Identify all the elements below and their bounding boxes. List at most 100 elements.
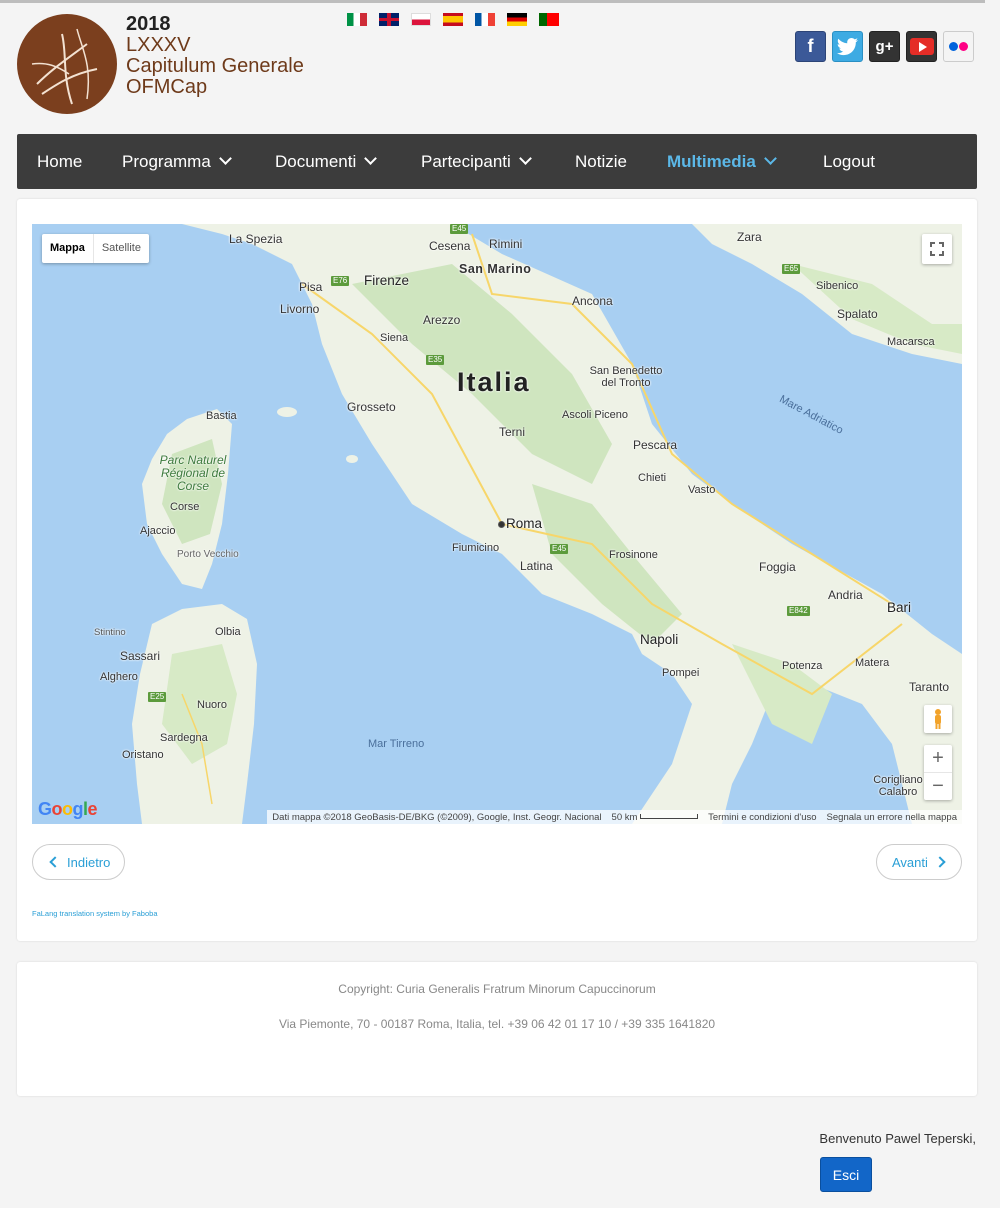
nav-multimedia-label: Multimedia [667,152,756,171]
nav-notizie-label: Notizie [575,152,627,171]
map-label-sassari: Sassari [120,649,161,663]
nav-logout-label: Logout [823,152,875,171]
map-label-fiumicino: Fiumicino [452,542,500,554]
map-label-pompei: Pompei [662,667,700,679]
zoom-in-button[interactable]: + [924,745,952,773]
nav-home-label: Home [37,152,83,171]
map-label-san-benedetto: San Benedetto del Tronto [589,365,663,389]
map-label-livorno: Livorno [280,302,320,316]
map-label-potenza: Potenza [782,660,823,672]
zoom-out-button[interactable]: − [924,773,952,800]
map-terms-link[interactable]: Termini e condizioni d'uso [703,812,821,823]
map-label-bari: Bari [887,600,912,615]
nav-partecipanti-label: Partecipanti [421,152,511,171]
nav-documenti[interactable]: Documenti [275,134,378,189]
map-label-frosinone: Frosinone [609,549,658,561]
scale-bar [640,814,699,820]
map-label-siena: Siena [380,332,409,344]
nav-notizie[interactable]: Notizie [575,134,627,189]
map-label-sibenico: Sibenico [816,280,859,292]
google-plus-icon[interactable]: g+ [869,31,900,62]
map-label-grosseto: Grosseto [347,400,396,414]
map-label-corigliano: Corigliano Calabro [873,774,923,798]
main-navigation: Home Programma Documenti Partecipanti No… [17,134,977,189]
map-label-san-marino: San Marino [459,262,532,276]
road-shield-e76: E76 [331,276,350,286]
map-label-porto-vecchio: Porto Vecchio [177,549,239,560]
google-map[interactable]: Mappa Satellite + − Italia Roma Firenze … [32,224,962,824]
falang-link[interactable]: FaLang translation system by Faboba [32,909,158,918]
flag-poland-icon[interactable] [411,13,431,26]
brand-title: 2018 LXXXV Capitulum Generale OFMCap [126,13,304,98]
nav-documenti-label: Documenti [275,152,357,171]
map-type-control: Mappa Satellite [42,234,149,263]
welcome-message: Benvenuto Pawel Teperski, [819,1131,976,1146]
footer-address: Via Piemonte, 70 - 00187 Roma, Italia, t… [278,1017,716,1031]
brand-line-1: LXXXV [126,34,191,56]
map-scale[interactable]: 50 km [607,812,704,823]
road-shield-e65: E65 [782,264,801,274]
map-label-oristano: Oristano [122,749,164,761]
flag-spain-icon[interactable] [443,13,463,26]
map-label-vasto: Vasto [688,484,716,496]
map-label-chieti: Chieti [638,472,667,484]
back-button[interactable]: Indietro [32,844,125,880]
nav-programma[interactable]: Programma [122,134,232,189]
nav-multimedia[interactable]: Multimedia [667,134,777,189]
nav-logout[interactable]: Logout [823,134,875,189]
fullscreen-icon [930,242,944,256]
map-label-macarsca: Macarsca [887,336,935,348]
flag-uk-icon[interactable] [379,13,399,26]
map-label-napoli: Napoli [640,632,679,647]
logo-drawing [31,28,98,105]
map-label-firenze: Firenze [364,273,410,288]
map-label-zara: Zara [737,230,762,244]
google-logo: Google [38,799,98,819]
facebook-icon[interactable]: f [795,31,826,62]
map-label-alghero: Alghero [100,671,138,683]
flickr-icon[interactable] [943,31,974,62]
map-label-parc-naturel: Parc Naturel Régional de Corse [159,453,227,493]
map-label-rimini: Rimini [489,237,523,251]
nav-home[interactable]: Home [37,134,82,189]
logout-button[interactable]: Esci [820,1157,872,1192]
nav-partecipanti[interactable]: Partecipanti [421,134,532,189]
footer-copyright: Copyright: Curia Generalis Fratrum Minor… [338,982,656,996]
twitter-icon[interactable] [832,31,863,62]
map-label-terni: Terni [499,425,526,439]
map-label-italia: Italia [457,367,531,397]
brand-line-2: Capitulum Generale [126,55,304,77]
flag-france-icon[interactable] [475,13,495,26]
map-label-corse: Corse [170,501,200,513]
map-label-ancona: Ancona [572,294,613,308]
fullscreen-button[interactable] [922,234,952,264]
map-label-andria: Andria [828,588,863,602]
brand-year: 2018 [126,13,171,35]
map-label-bastia: Bastia [206,410,237,422]
chevron-down-icon [763,152,777,165]
map-label-arezzo: Arezzo [423,313,461,327]
map-type-satellite-button[interactable]: Satellite [92,234,149,263]
map-attribution-bar: Dati mappa ©2018 GeoBasis-DE/BKG (©2009)… [267,810,962,824]
map-label-foggia: Foggia [759,560,796,574]
map-type-map-button[interactable]: Mappa [42,234,93,263]
chevron-right-icon [934,856,946,868]
logo[interactable] [17,14,117,114]
flag-portugal-icon[interactable] [539,13,559,26]
chevron-down-icon [364,152,378,165]
next-button[interactable]: Avanti [876,844,962,880]
chevron-down-icon [518,152,532,165]
map-label-spalato: Spalato [837,307,878,321]
flag-italy-icon[interactable] [347,13,367,26]
pegman-icon [935,709,941,729]
youtube-icon[interactable] [906,31,937,62]
road-shield-e45: E45 [450,224,469,234]
flag-germany-icon[interactable] [507,13,527,26]
map-report-link[interactable]: Segnala un errore nella mappa [822,812,962,823]
map-label-ajaccio: Ajaccio [140,525,176,537]
street-view-pegman[interactable] [924,705,952,733]
map-label-mar-tirreno: Mar Tirreno [368,738,425,750]
map-attribution: Dati mappa ©2018 GeoBasis-DE/BKG (©2009)… [272,811,602,823]
map-label-matera: Matera [855,657,890,669]
top-border [0,0,985,3]
